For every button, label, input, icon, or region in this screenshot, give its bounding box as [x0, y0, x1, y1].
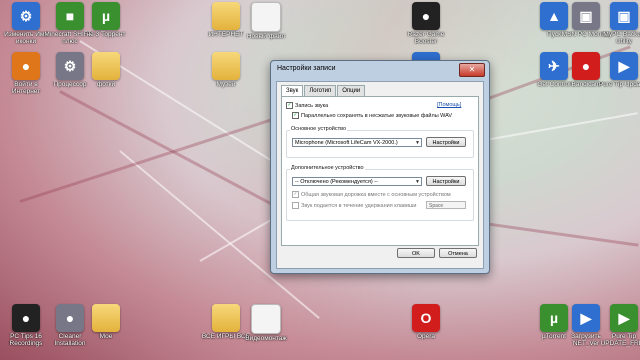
- secondary-device-select[interactable]: -- Отключено (Рекомендуется) -- ▼: [292, 177, 422, 186]
- record-audio-checkbox[interactable]: ✓: [286, 102, 293, 109]
- mix-label: Общая звуковая дорожка вместе с основным…: [301, 191, 451, 198]
- hold-key-checkbox[interactable]: [292, 202, 299, 209]
- desktop-icon-label: Музей: [216, 81, 236, 88]
- app-icon: ●: [572, 52, 600, 80]
- app-icon: O: [412, 304, 440, 332]
- desktop-icon[interactable]: µ не 3 Торрент: [80, 2, 132, 48]
- desktop-icon-label: не 3 Торрент: [86, 31, 126, 38]
- dialog-titlebar[interactable]: Настройки записи ✕: [271, 61, 489, 79]
- desktop-icon-label: фотки: [96, 81, 116, 88]
- desktop-icon-label: Opera: [416, 333, 436, 340]
- desktop-icon[interactable]: O Opera: [400, 304, 452, 350]
- app-icon: ▶: [610, 52, 638, 80]
- app-icon: ▶: [610, 304, 638, 332]
- desktop-icon-label: MyPC Backup Utility: [603, 31, 640, 45]
- dialog-title: Настройки записи: [277, 65, 336, 72]
- desktop-icon-label: Razer Game Booster: [407, 31, 445, 45]
- app-icon: ●: [12, 52, 40, 80]
- desktop-icon-label: Мое: [99, 333, 113, 340]
- app-icon: ▣: [610, 2, 638, 30]
- app-icon: ●: [412, 2, 440, 30]
- app-icon: ●: [12, 304, 40, 332]
- app-icon: ▶: [572, 304, 600, 332]
- desktop-icon[interactable]: ▶Pure Tip Updates: [598, 52, 640, 98]
- hold-key-label: Звук подается в течение удержания клавиш…: [301, 202, 417, 209]
- hold-key-row[interactable]: Звук подается в течение удержания клавиш…: [292, 202, 416, 209]
- desktop-icon[interactable]: Мое: [80, 304, 132, 350]
- app-icon: [212, 2, 240, 30]
- secondary-settings-button[interactable]: Настройки: [426, 176, 466, 186]
- desktop-icon[interactable]: ▶Pure Tip UPDATE_FREE: [598, 304, 640, 350]
- desktop-icon-label: Pure Tip Updates: [598, 81, 640, 88]
- primary-device-label: Основное устройство: [290, 126, 348, 132]
- chevron-down-icon: ▼: [415, 140, 420, 146]
- app-icon: [92, 304, 120, 332]
- cancel-button[interactable]: Отмена: [439, 248, 477, 258]
- app-icon: [212, 52, 240, 80]
- desktop-icon[interactable]: ● Razer Game Booster: [400, 2, 452, 48]
- ok-button[interactable]: OK: [397, 248, 435, 258]
- secondary-device-label: Дополнительное устройство: [290, 165, 365, 171]
- record-audio-label: Запись звука: [295, 102, 329, 109]
- app-icon: ⚙: [12, 2, 40, 30]
- mix-checkbox[interactable]: ✓: [292, 191, 299, 198]
- secondary-device-value: -- Отключено (Рекомендуется) --: [295, 179, 378, 185]
- desktop-icon-label: Видеомонтаж: [245, 335, 287, 342]
- desktop-icon-label: Новый файл: [246, 33, 286, 40]
- mix-row[interactable]: ✓ Общая звуковая дорожка вместе с основны…: [292, 191, 451, 198]
- tab-bar: Звук Логотип Опции: [281, 85, 366, 98]
- app-icon: µ: [92, 2, 120, 30]
- hold-key-input[interactable]: Space: [426, 201, 466, 209]
- tab-panel-sound: ✓ Запись звука [Помощь] ✓ Параллельно сохр…: [281, 96, 479, 246]
- app-icon: [212, 304, 240, 332]
- app-icon: [251, 2, 281, 32]
- desktop-icon[interactable]: фотки: [80, 52, 132, 98]
- save-wav-row[interactable]: ✓ Параллельно сохранять в несжатые звуков…: [292, 112, 452, 119]
- primary-device-select[interactable]: Microphone (Microsoft LifeCam VX-2000.) ▼: [292, 138, 422, 147]
- primary-settings-button[interactable]: Настройки: [426, 137, 466, 147]
- app-icon: [251, 304, 281, 334]
- app-icon: [92, 52, 120, 80]
- primary-device-value: Microphone (Microsoft LifeCam VX-2000.): [295, 140, 398, 146]
- desktop-icon[interactable]: ▣MyPC Backup Utility: [598, 2, 640, 48]
- save-wav-checkbox[interactable]: ✓: [292, 112, 299, 119]
- help-link[interactable]: [Помощь]: [437, 102, 461, 108]
- desktop-icon[interactable]: Видеомонтаж: [240, 304, 292, 350]
- desktop-icon[interactable]: Новый файл: [240, 2, 292, 48]
- app-icon: ▣: [572, 2, 600, 30]
- close-button[interactable]: ✕: [459, 63, 485, 77]
- close-icon: ✕: [468, 65, 476, 74]
- dialog-client: Звук Логотип Опции ✓ Запись звука [Помощь…: [276, 81, 484, 269]
- chevron-down-icon: ▼: [415, 179, 420, 185]
- record-audio-row[interactable]: ✓ Запись звука: [286, 102, 328, 109]
- desktop-icon-label: Pure Tip UPDATE_FREE: [600, 333, 640, 347]
- record-settings-dialog: Настройки записи ✕ Звук Логотип Опции ✓ З…: [270, 60, 490, 274]
- desktop-icon[interactable]: Музей: [200, 52, 252, 98]
- save-wav-label: Параллельно сохранять в несжатые звуковы…: [301, 112, 453, 119]
